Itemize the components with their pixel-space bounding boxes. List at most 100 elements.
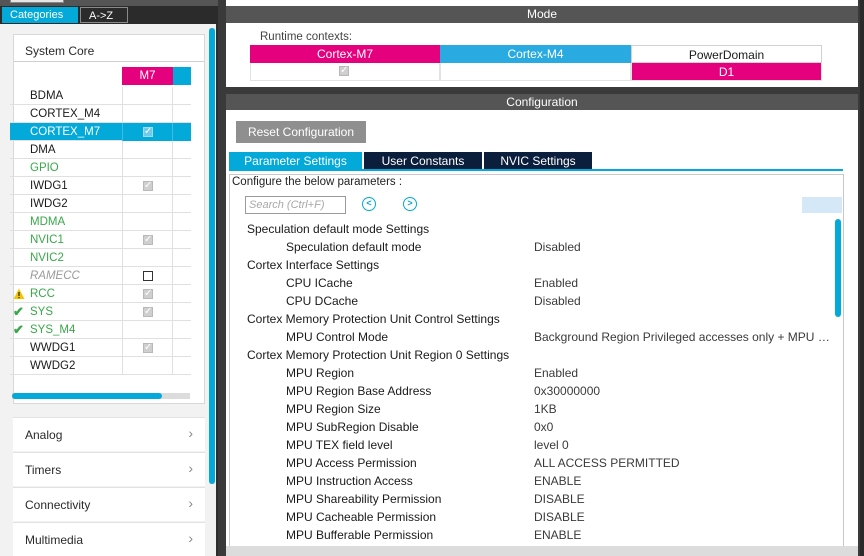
checkbox[interactable] <box>143 305 153 319</box>
tab-categories[interactable]: Categories <box>2 7 78 23</box>
peripheral-row-cortex-m7[interactable]: CORTEX_M7 <box>10 123 191 141</box>
peripheral-row-cortex-m4[interactable]: CORTEX_M4 <box>10 105 191 123</box>
parameter-scrollbar-thumb[interactable] <box>835 219 841 317</box>
context-cell[interactable] <box>122 231 173 249</box>
checkbox[interactable] <box>143 271 153 281</box>
parameter-value[interactable]: ENABLE <box>534 472 581 490</box>
peripheral-row-wwdg2[interactable]: WWDG2 <box>10 357 191 375</box>
parameter-value[interactable]: Disabled <box>534 292 581 310</box>
context-cell[interactable] <box>122 357 173 375</box>
parameter-scrollbar[interactable] <box>835 219 841 556</box>
parameter-value[interactable]: DISABLE <box>534 490 585 508</box>
parameter-row[interactable]: MPU Shareability Permission DISABLE <box>230 490 830 508</box>
parameter-value[interactable]: 0x30000000 <box>534 382 600 400</box>
peripheral-row-sys[interactable]: ✔ SYS <box>10 303 191 321</box>
parameter-row[interactable]: MPU SubRegion Disable 0x0 <box>230 418 830 436</box>
parameter-value[interactable]: ENABLE <box>534 526 581 544</box>
context-cell[interactable] <box>122 195 173 213</box>
parameter-value[interactable]: level 0 <box>534 436 569 454</box>
parameter-value[interactable]: Disabled <box>534 238 581 256</box>
parameter-value[interactable]: 1KB <box>534 400 557 418</box>
peripheral-row-nvic1[interactable]: NVIC1 <box>10 231 191 249</box>
parameter-row[interactable]: MPU Control Mode Background Region Privil… <box>230 328 830 346</box>
context-cell[interactable] <box>122 249 173 267</box>
parameter-value[interactable]: ALL ACCESS PERMITTED <box>534 454 680 472</box>
checkbox[interactable] <box>143 179 153 193</box>
category-analog[interactable]: Analog › <box>13 417 205 451</box>
peripheral-row-rcc[interactable]: RCC <box>10 285 191 303</box>
context-cell[interactable] <box>122 267 173 285</box>
peripheral-row-iwdg1[interactable]: IWDG1 <box>10 177 191 195</box>
context-cell[interactable] <box>122 213 173 231</box>
reset-configuration-button[interactable]: Reset Configuration <box>236 121 366 143</box>
parameter-row[interactable]: MPU Instruction Access ENABLE <box>230 472 830 490</box>
parameter-row[interactable]: MPU Cacheable Permission DISABLE <box>230 508 830 526</box>
row-tail <box>173 123 191 141</box>
parameter-row[interactable]: MPU Bufferable Permission ENABLE <box>230 526 830 544</box>
expand-toggle[interactable] <box>802 197 842 213</box>
context-cell-cortex-m7[interactable] <box>250 63 440 81</box>
peripheral-row-gpio[interactable]: GPIO <box>10 159 191 177</box>
parameter-row[interactable]: Speculation default mode Disabled <box>230 238 830 256</box>
checkbox[interactable] <box>143 233 153 247</box>
context-cell[interactable] <box>122 303 173 321</box>
context-cell[interactable] <box>122 159 173 177</box>
peripheral-row-iwdg2[interactable]: IWDG2 <box>10 195 191 213</box>
context-cell[interactable] <box>122 123 173 141</box>
checkbox[interactable] <box>143 341 153 355</box>
parameter-row[interactable]: MPU Region Base Address 0x30000000 <box>230 382 830 400</box>
parameter-row[interactable]: MPU Access Permission ALL ACCESS PERMITTE… <box>230 454 830 472</box>
parameter-row[interactable]: MPU TEX field level level 0 <box>230 436 830 454</box>
checkbox[interactable] <box>143 287 153 301</box>
parameter-frame: Configure the below parameters : < > Spe… <box>229 174 844 556</box>
tab-nvic-settings[interactable]: NVIC Settings <box>484 152 592 170</box>
parameter-row[interactable]: CPU ICache Enabled <box>230 274 830 292</box>
system-core-title[interactable]: System Core <box>25 44 94 58</box>
row-tail <box>173 321 191 339</box>
category-timers[interactable]: Timers › <box>13 452 205 486</box>
checkbox[interactable] <box>339 64 349 78</box>
tab-parameter-settings[interactable]: Parameter Settings <box>229 152 362 170</box>
parameter-value[interactable]: Enabled <box>534 274 578 292</box>
peripheral-row-wwdg1[interactable]: WWDG1 <box>10 339 191 357</box>
context-cell[interactable] <box>122 339 173 357</box>
parameter-value[interactable]: Enabled <box>534 364 578 382</box>
peripheral-row-sys-m4[interactable]: ✔ SYS_M4 <box>10 321 191 339</box>
search-previous-icon[interactable]: < <box>362 197 376 211</box>
search-field[interactable] <box>245 196 346 214</box>
peripheral-row-nvic2[interactable]: NVIC2 <box>10 249 191 267</box>
context-cell-powerdomain[interactable]: D1 <box>631 63 822 81</box>
parameter-row[interactable]: CPU DCache Disabled <box>230 292 830 310</box>
group-label: Cortex Memory Protection Unit Control Se… <box>247 312 500 326</box>
context-cell[interactable] <box>122 87 173 105</box>
parameter-value[interactable]: 0x0 <box>534 418 553 436</box>
context-cell[interactable] <box>122 105 173 123</box>
group-label: Cortex Memory Protection Unit Region 0 S… <box>247 348 510 362</box>
left-vertical-scrollbar[interactable] <box>209 28 215 484</box>
checkbox[interactable] <box>143 125 153 139</box>
parameter-row[interactable]: MPU Region Enabled <box>230 364 830 382</box>
left-vertical-scrollbar-thumb[interactable] <box>209 28 215 484</box>
context-cell[interactable] <box>122 141 173 159</box>
horizontal-scrollbar-thumb[interactable] <box>12 393 162 399</box>
parameter-row[interactable]: MPU Region Size 1KB <box>230 400 830 418</box>
search-input[interactable] <box>246 197 345 213</box>
peripheral-row-mdma[interactable]: MDMA <box>10 213 191 231</box>
peripheral-row-ramecc[interactable]: RAMECC <box>10 267 191 285</box>
row-tail <box>173 105 191 123</box>
peripheral-row-bdma[interactable]: BDMA <box>10 87 191 105</box>
horizontal-scrollbar[interactable] <box>12 393 190 399</box>
parameter-value[interactable]: Background Region Privileged accesses on… <box>534 328 830 346</box>
context-cell-cortex-m4[interactable] <box>440 63 631 81</box>
context-cell[interactable] <box>122 321 173 339</box>
context-cell[interactable] <box>122 285 173 303</box>
tab-user-constants[interactable]: User Constants <box>364 152 482 170</box>
parameter-value[interactable]: DISABLE <box>534 508 585 526</box>
tab-a-z[interactable]: A->Z <box>80 7 128 23</box>
search-next-icon[interactable]: > <box>403 197 417 211</box>
category-connectivity[interactable]: Connectivity › <box>13 487 205 521</box>
top-input-sliver[interactable] <box>10 0 64 3</box>
peripheral-row-dma[interactable]: DMA <box>10 141 191 159</box>
category-multimedia[interactable]: Multimedia › <box>13 522 205 556</box>
context-cell[interactable] <box>122 177 173 195</box>
